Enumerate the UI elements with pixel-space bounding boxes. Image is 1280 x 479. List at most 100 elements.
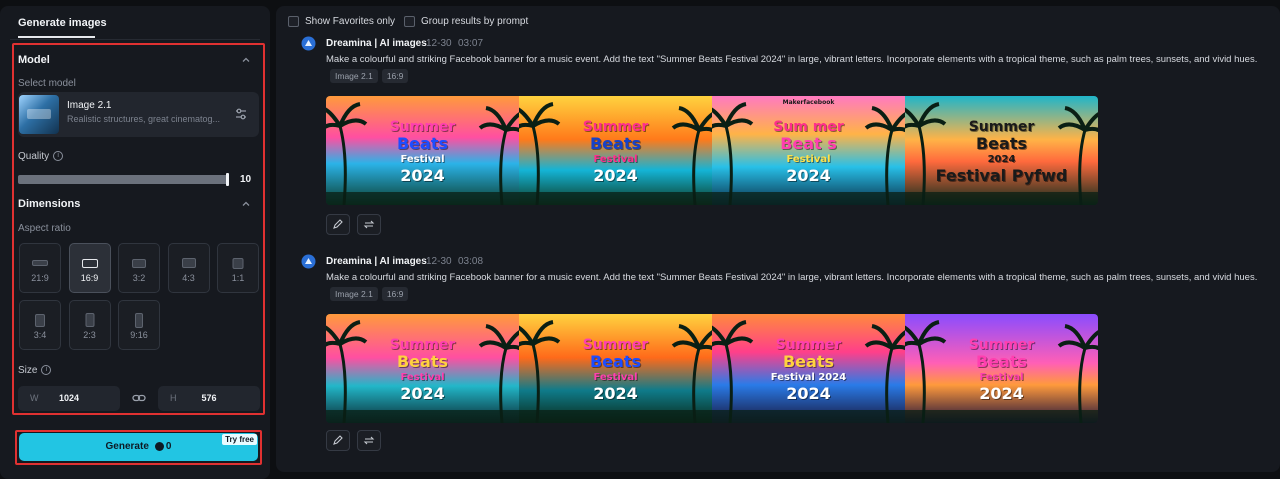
aspect-ratio-label: 9:16 bbox=[130, 330, 148, 340]
aspect-ratio-icon bbox=[35, 313, 45, 327]
aspect-ratio-option[interactable]: 4:3 bbox=[167, 243, 210, 293]
height-input[interactable]: H 576 bbox=[158, 386, 260, 411]
image-title-line: Festival bbox=[593, 154, 638, 165]
aspect-ratio-icon bbox=[85, 313, 94, 327]
width-input[interactable]: W 1024 bbox=[18, 386, 120, 411]
show-favorites-label[interactable]: Show Favorites only bbox=[305, 16, 395, 27]
image-title-line: 2024 bbox=[593, 166, 638, 185]
divider bbox=[10, 39, 260, 40]
generated-image[interactable]: Summer Beats Festival 2024 bbox=[905, 314, 1098, 423]
generation-time: 03:07 bbox=[458, 38, 484, 49]
image-title-line: 2024 bbox=[786, 166, 831, 185]
generation-tag: Image 2.1 bbox=[330, 287, 378, 301]
info-icon[interactable]: i bbox=[53, 151, 64, 162]
model-thumbnail bbox=[19, 95, 59, 134]
chevron-up-icon[interactable] bbox=[241, 55, 251, 65]
aspect-ratio-option[interactable]: 16:9 bbox=[68, 243, 111, 293]
edit-button[interactable] bbox=[326, 214, 350, 235]
regenerate-button[interactable] bbox=[357, 430, 381, 451]
image-title-line: Beat s bbox=[780, 134, 837, 153]
image-title-line: 2024 bbox=[593, 384, 638, 403]
generated-image[interactable]: Summer Beats Festival 2024 bbox=[326, 96, 519, 205]
aspect-ratio-option[interactable]: 21:9 bbox=[19, 243, 61, 293]
generate-button[interactable]: Generate 0 Try free bbox=[19, 433, 258, 461]
active-tab-indicator bbox=[18, 36, 95, 38]
prompt-body: Make a colourful and striking Facebook b… bbox=[326, 54, 1258, 65]
model-selector[interactable]: Image 2.1 Realistic structures, great ci… bbox=[18, 92, 259, 137]
image-title-line: Beats bbox=[975, 352, 1027, 371]
generation-tag: 16:9 bbox=[381, 287, 409, 301]
aspect-ratio-label: 21:9 bbox=[31, 273, 49, 283]
aspect-ratio-option[interactable]: 3:4 bbox=[19, 300, 61, 350]
aspect-ratio-option[interactable]: 9:16 bbox=[118, 300, 160, 350]
aspect-ratio-label: 4:3 bbox=[182, 273, 195, 283]
prompt-body: Make a colourful and striking Facebook b… bbox=[326, 272, 1258, 283]
image-title-line: Summer bbox=[968, 119, 1035, 135]
image-title-line: Festival 2024 bbox=[770, 372, 847, 383]
chevron-up-icon[interactable] bbox=[241, 199, 251, 209]
aspect-ratio-icon bbox=[135, 312, 143, 328]
credit-count: 0 bbox=[165, 441, 172, 452]
generation-author: Dreamina | AI images bbox=[326, 38, 427, 49]
image-grid: Summer Beats Festival 2024 Summer Beats Festiv… bbox=[326, 314, 1098, 423]
generated-image[interactable]: Summer Beats Festival 2024 bbox=[519, 96, 712, 205]
info-icon[interactable]: i bbox=[41, 365, 52, 376]
generation-tag: 16:9 bbox=[381, 69, 409, 83]
image-title-line: Sum mer bbox=[773, 119, 844, 135]
image-title-line: Summer bbox=[968, 337, 1035, 353]
quality-value: 10 bbox=[240, 174, 252, 185]
generated-image[interactable]: Summer Beats Festival 2024 bbox=[326, 314, 519, 423]
image-title-line: Beats bbox=[396, 352, 448, 371]
size-label-text: Size bbox=[18, 365, 38, 376]
generated-image[interactable]: Summer Beats Festival 2024 2024 bbox=[712, 314, 905, 423]
image-title-line: Festival bbox=[786, 154, 831, 165]
link-icon[interactable] bbox=[132, 391, 146, 405]
generation-time: 03:08 bbox=[458, 256, 484, 267]
generated-image[interactable]: Summer Beats Festival 2024 bbox=[519, 314, 712, 423]
image-title-line: Beats bbox=[589, 134, 641, 153]
regenerate-button[interactable] bbox=[357, 214, 381, 235]
aspect-ratio-icon bbox=[32, 260, 48, 266]
generation-tag: Image 2.1 bbox=[330, 69, 378, 83]
sliders-icon[interactable] bbox=[233, 106, 249, 122]
generated-image[interactable]: Summer Beats 2024 Festival Pyfwd bbox=[905, 96, 1098, 205]
quality-slider-thumb[interactable] bbox=[226, 173, 229, 186]
generation-date: 12-30 bbox=[426, 256, 452, 267]
aspect-ratio-icon bbox=[132, 258, 146, 268]
model-section-title: Model bbox=[18, 54, 50, 66]
group-by-prompt-label[interactable]: Group results by prompt bbox=[421, 16, 528, 27]
aspect-ratio-icon bbox=[81, 258, 98, 268]
quality-slider-track[interactable] bbox=[18, 175, 229, 184]
generation-date: 12-30 bbox=[426, 38, 452, 49]
aspect-ratio-icon bbox=[181, 258, 196, 268]
aspect-ratio-label: 3:4 bbox=[33, 330, 47, 340]
aspect-ratio-label: 3:2 bbox=[132, 273, 146, 283]
image-title-line: Festival bbox=[400, 372, 445, 383]
generation-author: Dreamina | AI images bbox=[326, 256, 427, 267]
prompt-text: Make a colourful and striking Facebook b… bbox=[326, 51, 1270, 85]
image-title-line: Beats bbox=[975, 134, 1027, 153]
tab-generate-images[interactable]: Generate images bbox=[18, 17, 107, 29]
image-title-line: Beats bbox=[396, 134, 448, 153]
show-favorites-checkbox[interactable] bbox=[288, 16, 299, 27]
aspect-ratio-icon bbox=[232, 257, 244, 269]
group-by-prompt-checkbox[interactable] bbox=[404, 16, 415, 27]
image-title-line: Summer bbox=[389, 337, 456, 353]
image-grid: Summer Beats Festival 2024 Summer Beats Festiv… bbox=[326, 96, 1098, 205]
aspect-ratio-option[interactable]: 1:1 bbox=[217, 243, 259, 293]
model-description: Realistic structures, great cinematog... bbox=[67, 114, 221, 124]
model-name: Image 2.1 bbox=[67, 100, 112, 111]
quality-label: Quality i bbox=[18, 151, 64, 162]
size-label: Size i bbox=[18, 365, 52, 376]
edit-button[interactable] bbox=[326, 430, 350, 451]
image-title-line: Festival Pyfwd bbox=[935, 166, 1068, 185]
image-title-line: Summer bbox=[775, 337, 842, 353]
image-title-line: 2024 bbox=[979, 384, 1024, 403]
dreamina-logo-icon bbox=[301, 36, 316, 51]
generated-image[interactable]: Makerfacebook Sum mer Beat s Festival 2024 bbox=[712, 96, 905, 205]
image-title-line: Summer bbox=[582, 119, 649, 135]
aspect-ratio-option[interactable]: 3:2 bbox=[118, 243, 160, 293]
aspect-ratio-option[interactable]: 2:3 bbox=[68, 300, 111, 350]
image-title-line: 2024 bbox=[786, 384, 831, 403]
prompt-text: Make a colourful and striking Facebook b… bbox=[326, 269, 1270, 303]
